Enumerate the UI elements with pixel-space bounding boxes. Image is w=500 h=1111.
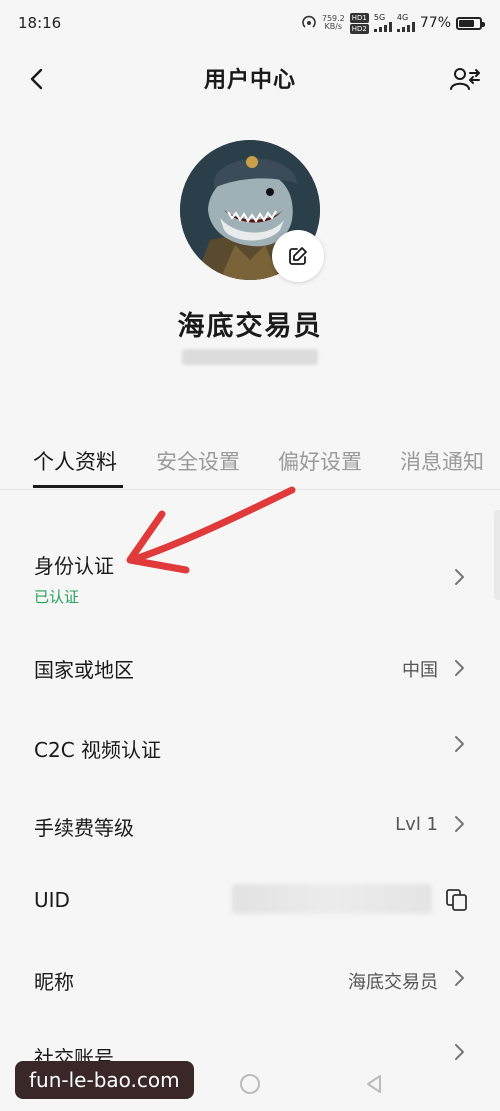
signal-bars-icon [396,22,415,32]
chevron-right-icon [455,1044,464,1060]
identity-verification-status: 已认证 [34,588,80,606]
active-tab-indicator [33,485,123,488]
nickname-value: 海底交易员 [348,972,438,993]
row-country-region[interactable]: 国家或地区 中国 [0,630,500,700]
profile-nickname: 海底交易员 [177,311,323,342]
signal-4g-label: 4G [396,13,409,22]
signal-5g: 5G [373,13,392,32]
hd1-badge: HD1 [349,12,369,23]
battery-percent: 77% [419,15,451,31]
chevron-right-icon [455,569,464,585]
net-speed: 759.2 KB/s [322,15,345,31]
hotspot-icon [302,15,316,28]
country-region-label: 国家或地区 [34,658,134,682]
fee-level-value: Lvl 1 [395,814,438,835]
avatar-container [180,140,324,282]
edit-icon [289,247,307,265]
c2c-video-verification-label: C2C 视频认证 [34,738,162,762]
tab-security-settings[interactable]: 安全设置 [156,446,240,476]
row-uid: UID [0,866,500,936]
status-time: 18:16 [18,14,62,32]
fee-level-label: 手续费等级 [34,816,134,840]
signal-5g-label: 5G [373,13,386,22]
profile-tabs: 个人资料 安全设置 偏好设置 消息通知 [0,440,500,490]
masked-account-id [182,349,318,365]
tab-preference-settings[interactable]: 偏好设置 [278,446,362,476]
user-switch-button[interactable] [448,62,482,96]
chevron-right-icon [455,816,464,832]
system-back-icon[interactable] [364,1074,384,1094]
status-icons: 759.2 KB/s HD1 HD2 5G 4G 77% [301,12,485,34]
masked-uid-value [232,884,432,914]
signal-4g: 4G [396,13,415,32]
page-title: 用户中心 [203,68,296,93]
battery-fill [459,19,475,27]
uid-label: UID [34,888,70,912]
row-fee-level[interactable]: 手续费等级 Lvl 1 [0,790,500,860]
nickname-label: 昵称 [34,970,74,994]
row-c2c-video-verification[interactable]: C2C 视频认证 [0,710,500,780]
battery-icon [456,16,485,30]
edit-avatar-button[interactable] [272,230,324,282]
home-button[interactable] [240,1074,260,1094]
user-switch-icon [450,68,480,90]
country-region-value: 中国 [402,660,438,681]
identity-verification-label: 身份认证 [34,554,114,578]
tab-personal-info[interactable]: 个人资料 [33,446,117,476]
tab-notifications[interactable]: 消息通知 [400,446,484,476]
status-bar: 18:16 759.2 KB/s HD1 HD2 5G 4G 77% [0,0,500,46]
row-identity-verification[interactable]: 身份认证 已认证 [0,530,500,620]
hd-badges: HD1 HD2 [349,12,369,34]
nav-bar: 用户中心 [0,50,500,106]
row-nickname[interactable]: 昵称 海底交易员 [0,944,500,1014]
copy-icon[interactable] [444,887,470,913]
chevron-right-icon [455,736,464,752]
signal-bars-icon [373,22,392,32]
net-speed-unit: KB/s [324,22,343,31]
chevron-right-icon [455,970,464,986]
watermark: fun-le-bao.com [15,1061,194,1099]
chevron-right-icon [455,660,464,676]
hd2-badge: HD2 [349,23,369,34]
